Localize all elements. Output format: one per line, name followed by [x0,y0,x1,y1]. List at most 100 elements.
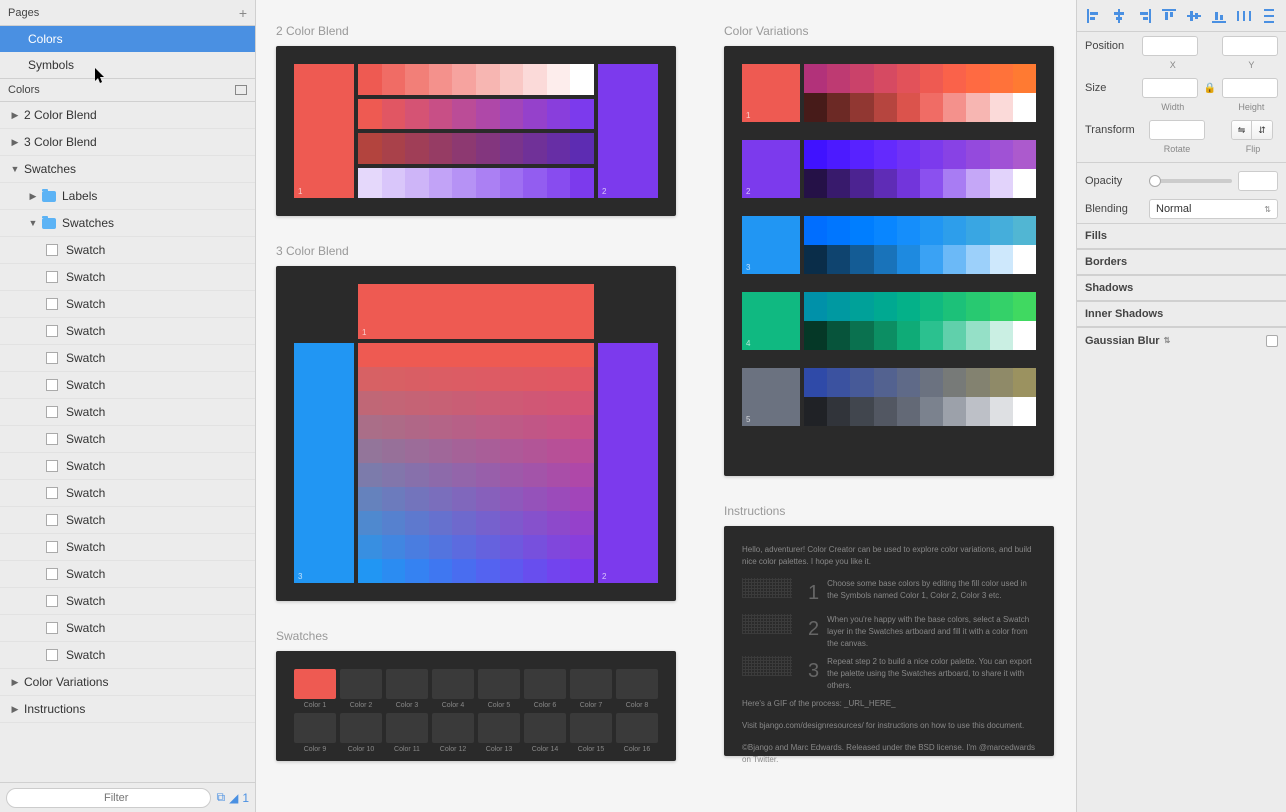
blur-checkbox[interactable] [1266,335,1278,347]
layer-row[interactable]: Swatch [0,642,255,669]
page-item-colors[interactable]: Colors [0,26,255,52]
inner-shadows-section[interactable]: Inner Shadows [1077,301,1286,327]
borders-section[interactable]: Borders [1077,249,1286,275]
flip-h-button[interactable]: ⇋ [1232,121,1252,139]
folder-row[interactable]: ▼Swatches [0,210,255,237]
swatch-item[interactable]: Color 16 [616,713,658,753]
width-input[interactable] [1142,78,1198,98]
artboard-label-3color[interactable]: 3 Color Blend [276,244,676,258]
swatch-item[interactable]: Color 7 [570,669,612,709]
artboard-row[interactable]: ▶Instructions [0,696,255,723]
blend-cell [429,133,453,164]
blend-cell [452,487,476,511]
folder-row[interactable]: ▶ Labels [0,183,255,210]
layer-row[interactable]: Swatch [0,399,255,426]
filter-input[interactable] [6,788,211,808]
artboard-3color[interactable]: 1 3 2 [276,266,676,601]
layer-row[interactable]: Swatch [0,426,255,453]
swatch-item[interactable]: Color 8 [616,669,658,709]
artboard-2color[interactable]: 1 2 [276,46,676,216]
swatch-item[interactable]: Color 5 [478,669,520,709]
blending-select[interactable]: Normal ⇅ [1149,199,1278,219]
artboard-instructions[interactable]: Hello, adventurer! Color Creator can be … [724,526,1054,756]
layer-row[interactable]: Swatch [0,615,255,642]
artboard-swatches[interactable]: Color 1Color 2Color 3Color 4Color 5Color… [276,651,676,761]
align-left-icon[interactable] [1086,8,1102,24]
fills-section[interactable]: Fills [1077,223,1286,249]
artboard-label-2color[interactable]: 2 Color Blend [276,24,676,38]
disclosure-icon[interactable]: ▶ [28,191,38,202]
align-hcenter-icon[interactable] [1111,8,1127,24]
var-cell [827,368,850,397]
layer-row[interactable]: Swatch [0,588,255,615]
swatch-item[interactable]: Color 10 [340,713,382,753]
page-item-symbols[interactable]: Symbols [0,52,255,78]
swatch-item[interactable]: Color 2 [340,669,382,709]
swatch-item[interactable]: Color 3 [386,669,428,709]
swatch-item[interactable]: Color 1 [294,669,336,709]
layer-row[interactable]: Swatch [0,345,255,372]
layer-row[interactable]: Swatch [0,534,255,561]
layer-row[interactable]: Swatch [0,318,255,345]
artboard-row[interactable]: ▶Color Variations [0,669,255,696]
layer-label: Labels [62,189,97,203]
swatch-item[interactable]: Color 6 [524,669,566,709]
blend-cell [476,559,500,583]
swatch-item[interactable]: Color 12 [432,713,474,753]
height-input[interactable] [1222,78,1278,98]
artboard-row[interactable]: ▶2 Color Blend [0,102,255,129]
swatch-item[interactable]: Color 11 [386,713,428,753]
var-cell [966,64,989,93]
artboard-label-swatches[interactable]: Swatches [276,629,676,643]
var-cell [1013,93,1036,122]
add-page-button[interactable]: + [239,5,247,21]
window-icon[interactable] [235,85,247,95]
artboard-label-variations[interactable]: Color Variations [724,24,1054,38]
disclosure-icon[interactable]: ▼ [10,164,20,174]
disclosure-icon[interactable]: ▶ [10,110,20,121]
layer-row[interactable]: Swatch [0,561,255,588]
canvas[interactable]: 2 Color Blend 1 2 3 Color Blend 1 3 2 [256,0,1076,812]
opacity-slider[interactable] [1149,179,1232,183]
layer-row[interactable]: Swatch [0,480,255,507]
var-cell [804,140,827,169]
disclosure-icon[interactable]: ▼ [28,218,38,228]
artboard-label-instructions[interactable]: Instructions [724,504,1054,518]
disclosure-icon[interactable]: ▶ [10,704,20,715]
layer-row[interactable]: Swatch [0,372,255,399]
opacity-input[interactable] [1238,171,1278,191]
layer-row[interactable]: Swatch [0,453,255,480]
align-top-icon[interactable] [1161,8,1177,24]
layer-row[interactable]: Swatch [0,291,255,318]
align-bottom-icon[interactable] [1211,8,1227,24]
lock-icon[interactable]: 🔒 [1204,83,1216,94]
position-x-input[interactable] [1142,36,1198,56]
swatch-item[interactable]: Color 4 [432,669,474,709]
swatch-item[interactable]: Color 15 [570,713,612,753]
flip-v-button[interactable]: ⇵ [1252,121,1272,139]
layer-row[interactable]: Swatch [0,507,255,534]
position-y-input[interactable] [1222,36,1278,56]
collapse-icon[interactable]: ⧉ [217,790,226,805]
selection-icon[interactable]: ◢ [229,791,238,805]
layer-row[interactable]: Swatch [0,237,255,264]
shadows-section[interactable]: Shadows [1077,275,1286,301]
swatch-item[interactable]: Color 14 [524,713,566,753]
align-right-icon[interactable] [1136,8,1152,24]
swatch-box [340,669,382,699]
swatch-item[interactable]: Color 9 [294,713,336,753]
disclosure-icon[interactable]: ▶ [10,137,20,148]
artboard-variations[interactable]: 12345 [724,46,1054,476]
blend-cell [452,439,476,463]
rotate-input[interactable] [1149,120,1205,140]
layer-row[interactable]: Swatch [0,264,255,291]
align-vcenter-icon[interactable] [1186,8,1202,24]
artboard-row[interactable]: ▶3 Color Blend [0,129,255,156]
layer-label: Swatch [66,648,105,662]
disclosure-icon[interactable]: ▶ [10,677,20,688]
artboard-row[interactable]: ▼Swatches [0,156,255,183]
gaussian-blur-section[interactable]: Gaussian Blur ⇅ [1077,327,1286,353]
distribute-h-icon[interactable] [1236,8,1252,24]
distribute-v-icon[interactable] [1261,8,1277,24]
swatch-item[interactable]: Color 13 [478,713,520,753]
